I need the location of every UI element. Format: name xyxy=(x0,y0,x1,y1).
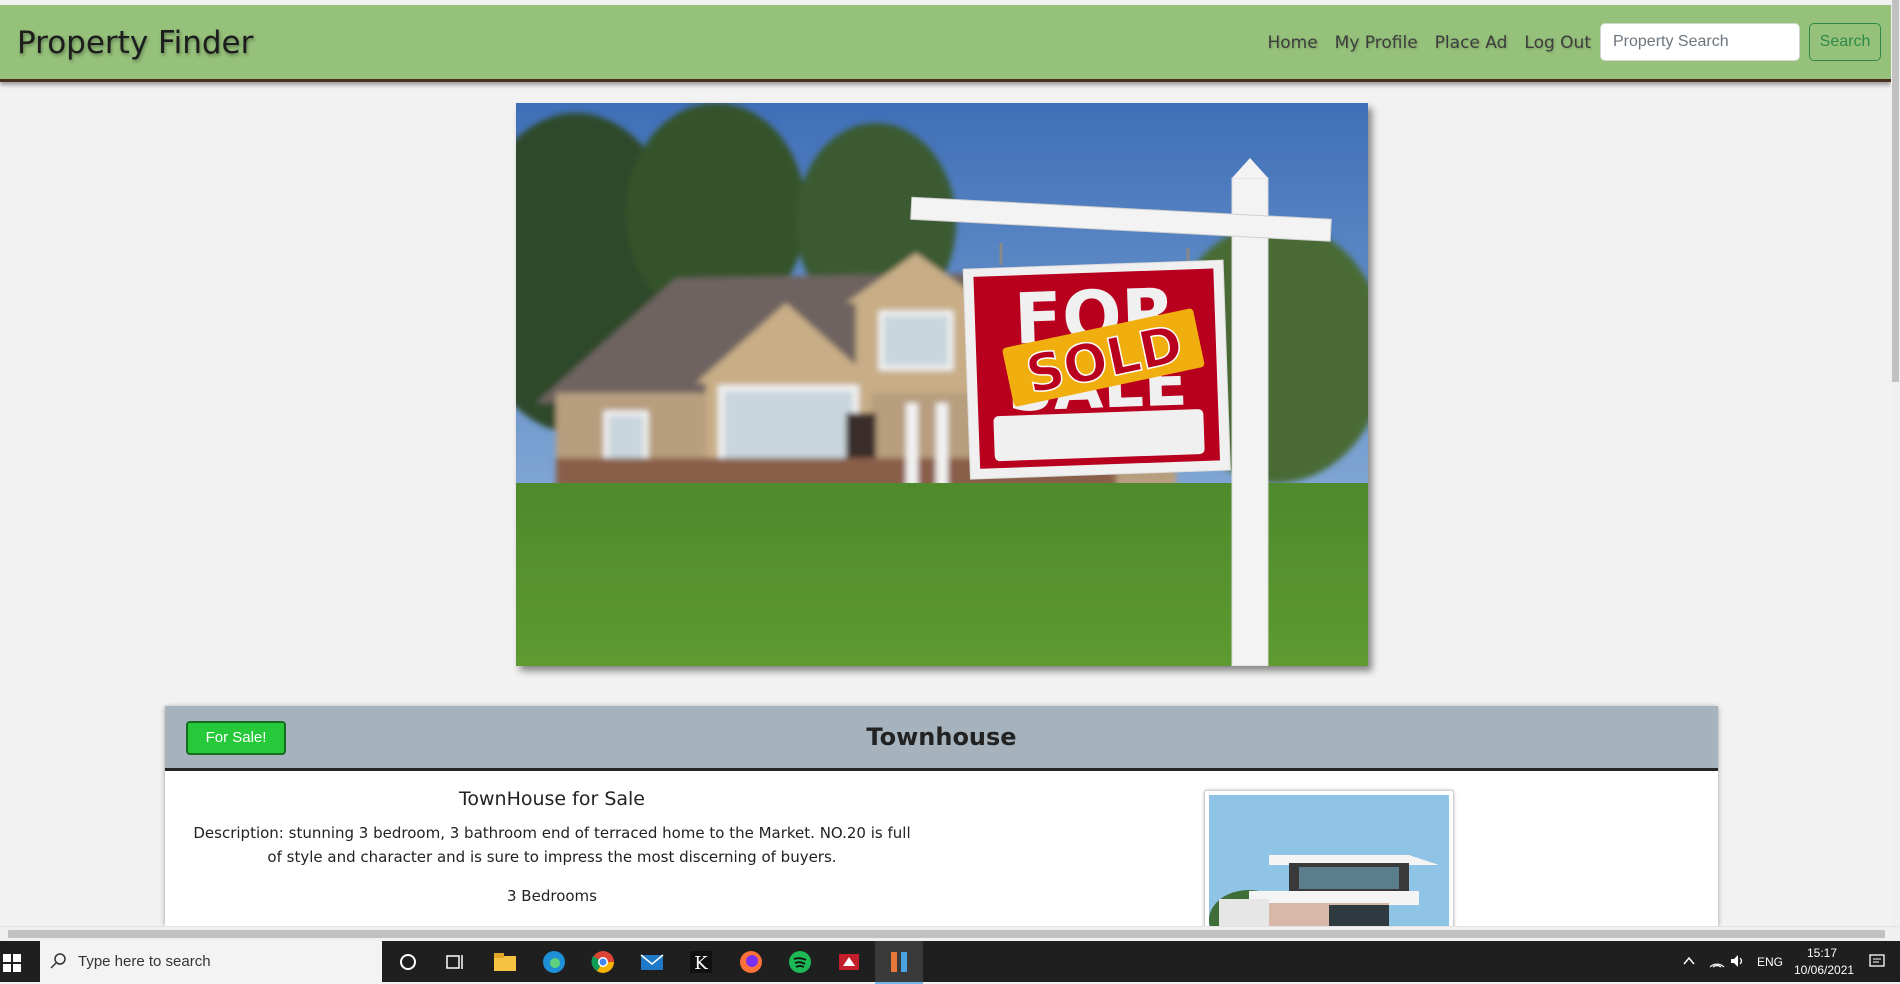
property-thumbnail[interactable] xyxy=(1204,790,1454,926)
clock-time[interactable]: 15:17 xyxy=(1807,946,1837,960)
edge-icon[interactable] xyxy=(540,948,568,976)
listing-bedrooms: 3 Bedrooms xyxy=(507,887,597,905)
listing-description: Description: stunning 3 bedroom, 3 bathr… xyxy=(193,824,911,866)
listing-card: For Sale! Townhouse TownHouse for Sale D… xyxy=(165,706,1718,926)
file-explorer-icon[interactable] xyxy=(491,948,519,976)
nav-logout-link[interactable]: Log Out xyxy=(1524,33,1591,53)
nav-links: Home My Profile Place Ad Log Out xyxy=(1267,33,1591,53)
app-active-icon xyxy=(891,952,907,972)
windows-start-icon[interactable] xyxy=(3,954,21,972)
taskbar-search-placeholder: Type here to search xyxy=(78,953,211,970)
svg-text:K: K xyxy=(694,953,708,974)
task-view-icon[interactable] xyxy=(441,948,469,976)
navbar: Property Finder Home My Profile Place Ad… xyxy=(0,5,1891,82)
brand-logo[interactable]: Property Finder xyxy=(17,25,253,61)
app-red-icon[interactable] xyxy=(835,948,863,976)
spotify-icon[interactable] xyxy=(786,948,814,976)
listing-card-header: For Sale! Townhouse xyxy=(165,706,1718,771)
vertical-scrollbar[interactable] xyxy=(1891,0,1900,926)
clock-date[interactable]: 10/06/2021 xyxy=(1794,963,1854,977)
windows-taskbar: Type here to search K ENG 15:17 10/06/20… xyxy=(0,941,1900,984)
taskbar-search-box[interactable]: Type here to search xyxy=(40,941,382,982)
nav-home-link[interactable]: Home xyxy=(1267,33,1317,53)
nav-profile-link[interactable]: My Profile xyxy=(1335,33,1418,53)
search-button[interactable]: Search xyxy=(1809,23,1881,61)
mail-icon[interactable] xyxy=(638,948,666,976)
chevron-up-icon[interactable] xyxy=(1681,953,1697,969)
volume-icon[interactable] xyxy=(1729,953,1745,969)
network-icon[interactable] xyxy=(1708,953,1726,969)
app-k-icon[interactable]: K xyxy=(687,948,715,976)
notification-icon[interactable] xyxy=(1868,953,1886,971)
property-search-input[interactable] xyxy=(1600,23,1800,61)
chrome-icon[interactable] xyxy=(589,948,617,976)
cortana-icon[interactable] xyxy=(394,948,422,976)
firefox-icon[interactable] xyxy=(737,948,765,976)
search-icon xyxy=(50,953,66,969)
nav-place-ad-link[interactable]: Place Ad xyxy=(1435,33,1508,53)
active-app-tile[interactable] xyxy=(875,941,923,984)
property-type-title: Townhouse xyxy=(866,723,1017,751)
hero-image: FOR SALE SOLD xyxy=(516,103,1368,666)
horizontal-scrollbar[interactable] xyxy=(0,926,1900,942)
listing-heading: TownHouse for Sale xyxy=(458,788,645,810)
language-indicator[interactable]: ENG xyxy=(1757,955,1783,969)
